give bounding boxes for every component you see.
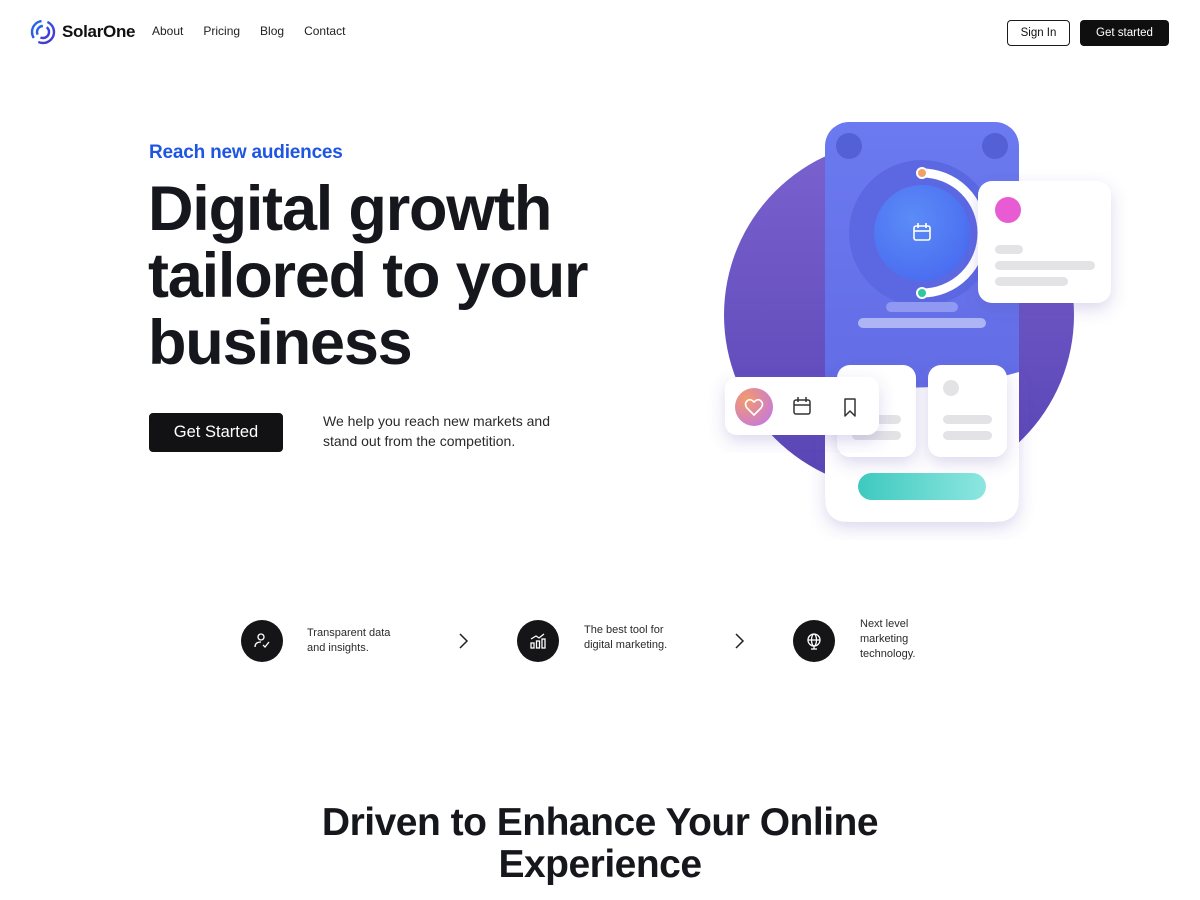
brand-name: SolarOne [62,22,136,41]
feature-text: Next level marketing technology. [860,617,915,662]
sign-in-button[interactable]: Sign In [1007,20,1070,46]
dial-marker-top [916,167,928,179]
brand-logo[interactable]: SolarOne [30,19,135,45]
profile-text-bar [995,245,1023,254]
hero-eyebrow: Reach new audiences [149,142,343,163]
feature-icon-circle [517,620,559,662]
profile-avatar [995,197,1021,223]
feature-text-line: technology. [860,648,916,660]
hero-title-line: business [148,308,413,378]
mini-card-dot [943,380,959,396]
feature-text-line: marketing [860,633,909,645]
phone-camera-right [982,133,1008,159]
feature-item[interactable]: Transparent data and insights. [241,616,471,670]
phone-text-bar [886,302,958,312]
hero-get-started-button[interactable]: Get Started [149,413,283,452]
dial-inner [874,185,970,281]
heart-button [735,388,773,426]
nav-item-blog[interactable]: Blog [260,24,284,38]
chevron-right-icon[interactable] [456,632,470,650]
dial-marker-bottom [916,287,928,299]
section-title-line: Experience [498,843,702,886]
hero-title: Digital growth tailored to your business [148,176,668,377]
hero-description: We help you reach new markets and stand … [323,413,550,449]
nav-item-pricing[interactable]: Pricing [203,24,240,38]
feature-item[interactable]: Next level marketing technology. [793,616,993,670]
get-started-button[interactable]: Get started [1080,20,1169,46]
bar-chart-icon [530,633,546,649]
feature-icon-circle [793,620,835,662]
feature-text-line: and insights. [307,642,369,654]
globe-icon [807,633,821,650]
feature-icon-circle [241,620,283,662]
hero-title-line: Digital growth [148,174,552,244]
feature-item[interactable]: The best tool for digital marketing. [517,616,747,670]
profile-text-bar [995,277,1068,286]
hero-title-line: tailored to your [148,241,589,311]
logo-icon [30,19,56,45]
hero-illustration [724,122,1111,522]
main-nav: About Pricing Blog Contact [152,24,365,38]
phone-camera-left [836,133,862,159]
feature-text-line: Next level [860,618,909,630]
phone-text-bar [858,318,986,328]
profile-text-bar [995,261,1095,270]
feature-text-line: digital marketing. [584,639,668,651]
mini-card-bar [943,415,992,424]
feature-text: The best tool for digital marketing. [584,623,667,653]
mini-card [928,365,1007,457]
teal-progress-bar [858,473,986,500]
feature-text-line: The best tool for [584,624,664,636]
chevron-right-icon[interactable] [732,632,746,650]
site-header: SolarOne About Pricing Blog Contact Sign… [0,0,1200,66]
section-title: Driven to Enhance Your Online Experience [0,802,1200,886]
feature-text-line: Transparent data [307,627,391,639]
nav-item-contact[interactable]: Contact [304,24,345,38]
section-title-line: Driven to Enhance Your Online [321,801,879,844]
user-check-icon [254,633,270,648]
nav-item-about[interactable]: About [152,24,183,38]
feature-text: Transparent data and insights. [307,626,390,656]
mini-card-bar [943,431,992,440]
